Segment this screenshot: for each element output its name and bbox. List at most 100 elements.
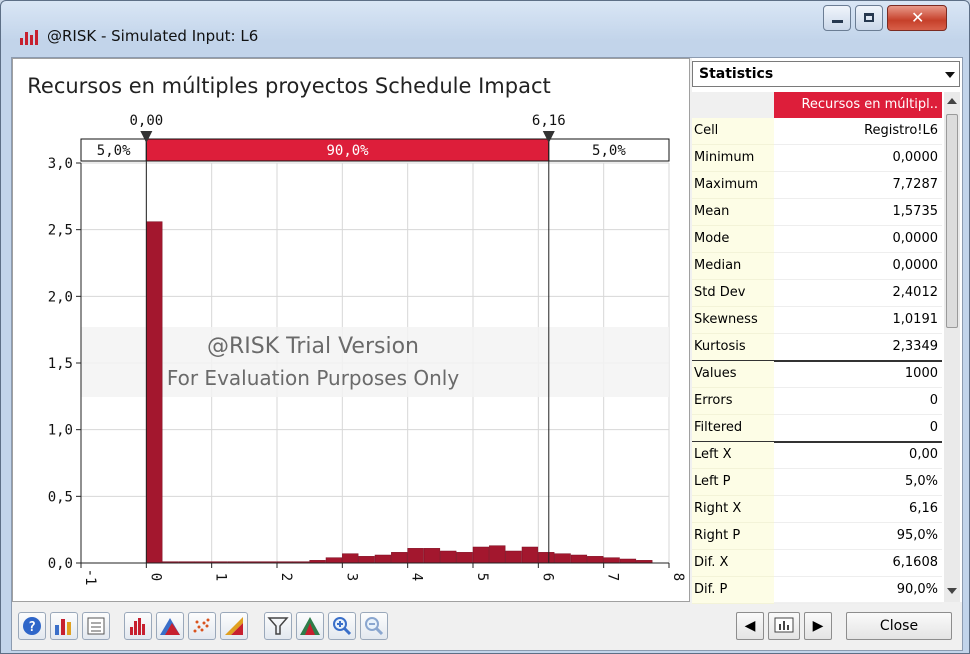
bottom-toolbar: ? ◀ ▶ Close [12, 604, 962, 648]
stats-row: Kurtosis 2,3349 [692, 334, 942, 361]
histogram-bar [521, 546, 539, 564]
stats-row: Dif. P 90,0% [692, 577, 942, 604]
y-tick-label: 0,5 [48, 489, 73, 505]
scroll-down-icon[interactable] [947, 588, 957, 594]
stats-row-value: 7,7287 [774, 172, 942, 199]
histogram-chart[interactable]: Recursos en múltiples proyectos Schedule… [13, 59, 689, 601]
y-tick-label: 2,0 [48, 289, 73, 305]
histogram-bar [570, 554, 588, 564]
maximize-button[interactable] [855, 5, 883, 31]
stats-row-label: Errors [692, 388, 774, 415]
stats-row: Skewness 1,0191 [692, 307, 942, 334]
stats-scrollbar-thumb[interactable] [946, 114, 958, 328]
stats-row-label: Skewness [692, 307, 774, 334]
chart-pane: Recursos en múltiples proyectos Schedule… [12, 58, 690, 602]
stats-row-label: Minimum [692, 145, 774, 172]
close-window-button[interactable]: ✕ [887, 5, 947, 31]
stats-row: Filtered 0 [692, 415, 942, 442]
chevron-down-icon [945, 72, 955, 78]
stats-row: Right P 95,0% [692, 523, 942, 550]
stats-row-value: 1,5735 [774, 199, 942, 226]
stats-row-value: 95,0% [774, 523, 942, 550]
stats-row: Median 0,0000 [692, 253, 942, 280]
histogram-bar [619, 558, 637, 564]
statistics-dropdown-label: Statistics [699, 66, 774, 82]
zoom-out-button[interactable] [360, 612, 388, 640]
filter-icon [267, 617, 289, 635]
stats-row-label: Mode [692, 226, 774, 253]
histogram-bar [391, 552, 408, 564]
distribution-fit-button[interactable] [296, 612, 324, 640]
histogram-bar [342, 553, 359, 564]
report-button[interactable] [82, 612, 110, 640]
y-tick-label: 1,0 [48, 423, 73, 439]
x-tick-label: 3 [343, 573, 359, 581]
stats-row: Maximum 7,7287 [692, 172, 942, 199]
histogram-bar [325, 557, 343, 564]
histogram-bar [423, 548, 441, 564]
close-button[interactable]: Close [846, 612, 952, 640]
y-tick-label: 2,5 [48, 223, 73, 239]
stats-row-value: 0,00 [774, 442, 942, 469]
stats-row: Minimum 0,0000 [692, 145, 942, 172]
histogram-bar [358, 556, 375, 564]
stats-row-value: 90,0% [774, 577, 942, 604]
client-area: Recursos en múltiples proyectos Schedule… [11, 57, 963, 651]
chart-title: Recursos en múltiples proyectos Schedule… [27, 74, 550, 98]
y-tick-label: 1,5 [48, 356, 73, 372]
close-button-label: Close [879, 618, 919, 634]
watermark-line-2: For Evaluation Purposes Only [167, 366, 460, 390]
close-icon: ✕ [911, 8, 925, 27]
stats-row: Dif. X 6,1608 [692, 550, 942, 577]
percentile-band[interactable]: 5,0% 90,0% 5,0% [80, 138, 670, 162]
help-button[interactable]: ? [18, 612, 46, 640]
band-left-label: 5,0% [97, 143, 131, 159]
stats-row-value: 1,0191 [774, 307, 942, 334]
stats-row: Mode 0,0000 [692, 226, 942, 253]
risk-histogram-icon [20, 30, 38, 45]
stats-row-label: Right P [692, 523, 774, 550]
overlay-button[interactable] [220, 612, 248, 640]
x-tick-label: 5 [474, 573, 490, 581]
statistics-dropdown[interactable]: Statistics [692, 61, 960, 87]
band-middle-label: 90,0% [326, 143, 369, 159]
stats-row-value: 0,0000 [774, 253, 942, 280]
stats-scrollbar[interactable] [944, 92, 960, 602]
scroll-up-icon[interactable] [947, 98, 957, 104]
y-tick-label: 0,0 [48, 556, 73, 572]
stats-row: Left X 0,00 [692, 442, 942, 469]
x-tick-label: 1 [213, 573, 229, 581]
area-chart-button[interactable] [156, 612, 184, 640]
display-toggle-button[interactable] [768, 612, 800, 640]
x-tick-label: 6 [539, 573, 555, 581]
stats-row: Mean 1,5735 [692, 199, 942, 226]
title-bar[interactable]: @RISK - Simulated Input: L6 ✕ [1, 1, 969, 55]
minimize-button[interactable] [823, 5, 851, 31]
stats-row-label: Mean [692, 199, 774, 226]
stats-row: Errors 0 [692, 388, 942, 415]
stats-row: Cell Registro!L6 [692, 118, 942, 145]
stats-column-header[interactable]: Recursos en múltipl.. [774, 92, 942, 118]
zoom-in-button[interactable] [328, 612, 356, 640]
previous-button[interactable]: ◀ [736, 612, 764, 640]
minimize-icon [832, 20, 843, 23]
histogram-button[interactable] [124, 612, 152, 640]
stats-row-value: 0,0000 [774, 226, 942, 253]
stats-row-label: Filtered [692, 415, 774, 442]
stats-row-value: 5,0% [774, 469, 942, 496]
area-chart-icon [160, 618, 180, 635]
histogram-type-icon [55, 619, 71, 635]
maximize-icon [864, 13, 874, 22]
graph-type-button[interactable] [50, 612, 78, 640]
next-button[interactable]: ▶ [804, 612, 832, 640]
histogram-bar [603, 557, 620, 564]
histogram-bar [489, 545, 506, 564]
scatter-button[interactable] [188, 612, 216, 640]
filter-button[interactable] [264, 612, 292, 640]
stats-header-blank [692, 92, 774, 119]
left-marker-label: 0,00 [129, 113, 163, 129]
previous-icon: ◀ [744, 618, 756, 634]
stats-row-label: Left X [692, 442, 774, 469]
stats-row-value: 2,4012 [774, 280, 942, 307]
stats-row-value: 0 [774, 415, 942, 442]
